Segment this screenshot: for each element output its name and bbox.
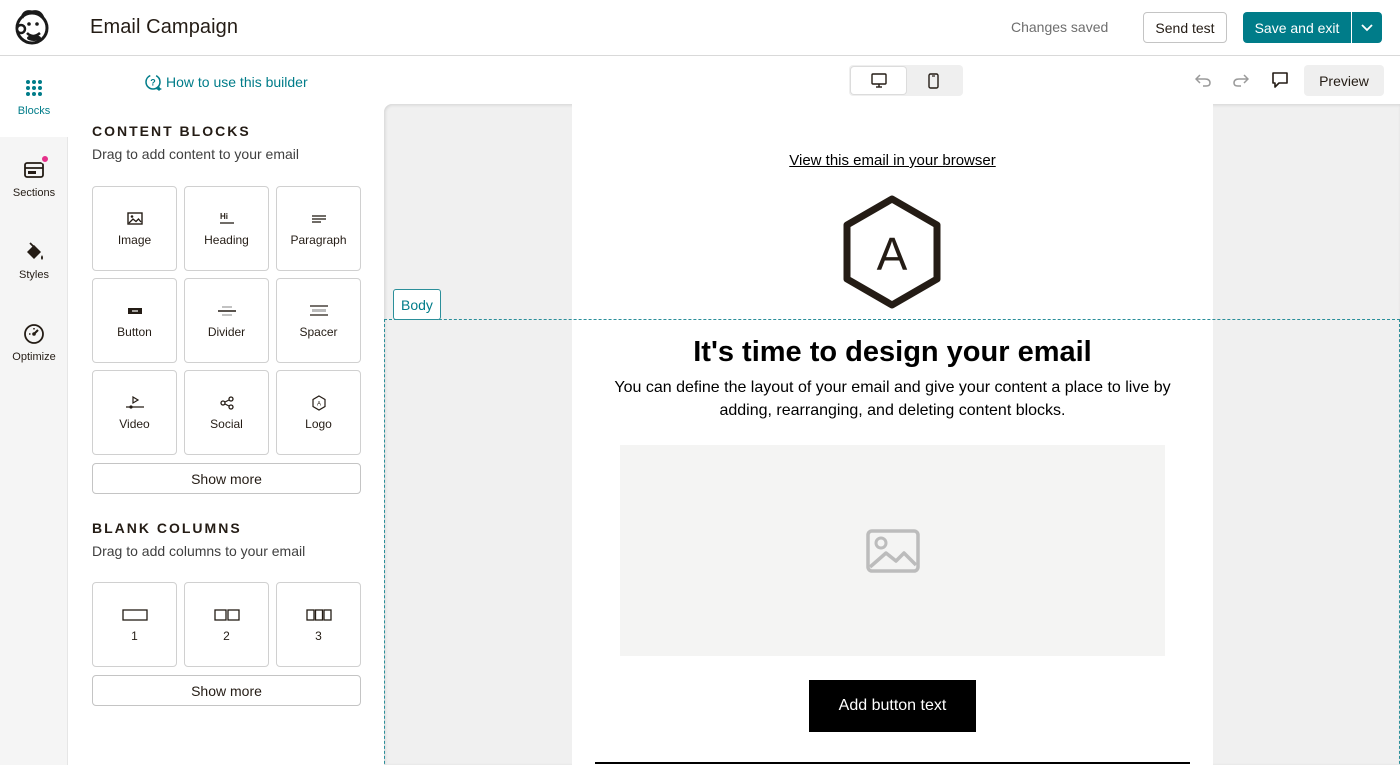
view-in-browser-link[interactable]: View this email in your browser — [572, 152, 1213, 169]
email-logo-letter: A — [877, 228, 908, 280]
chevron-down-icon — [1361, 23, 1373, 31]
redo-button[interactable] — [1232, 71, 1250, 89]
send-test-button[interactable]: Send test — [1143, 12, 1227, 43]
undo-button[interactable] — [1194, 71, 1212, 89]
blank-columns-subtitle: Drag to add columns to your email — [92, 543, 306, 559]
social-share-icon — [219, 395, 234, 410]
block-label-paragraph: Paragraph — [290, 232, 347, 247]
block-label-spacer: Spacer — [299, 324, 338, 339]
heading-icon: Hi — [219, 212, 234, 224]
block-tile-spacer[interactable]: Spacer — [276, 278, 361, 363]
blocks-grid-icon — [26, 80, 42, 96]
video-icon — [125, 396, 144, 409]
blank-columns-title: BLANK COLUMNS — [92, 520, 242, 536]
block-label-image: Image — [117, 232, 152, 247]
content-blocks-show-more-button[interactable]: Show more — [92, 463, 361, 494]
blocks-panel: ? How to use this builder CONTENT BLOCKS… — [68, 57, 384, 765]
column-label-2: 2 — [223, 628, 230, 643]
body-section-tag[interactable]: Body — [393, 289, 441, 320]
content-blocks-title: CONTENT BLOCKS — [92, 123, 251, 139]
block-tile-paragraph[interactable]: Paragraph — [276, 186, 361, 271]
comment-icon — [1272, 72, 1288, 88]
column-tile-1[interactable]: 1 — [92, 582, 177, 667]
freddie-logo-icon[interactable] — [12, 6, 54, 48]
block-tile-social[interactable]: Social — [184, 370, 269, 455]
block-label-heading: Heading — [204, 232, 249, 247]
block-label-video: Video — [119, 416, 150, 431]
desktop-icon — [870, 73, 887, 88]
email-builder-app: Email Campaign Changes saved Send test S… — [0, 0, 1400, 765]
help-sparkle-icon: ? — [145, 74, 162, 91]
email-canvas: View this email in your browser A It's t… — [384, 104, 1400, 765]
rail-item-blocks[interactable]: Blocks — [0, 57, 68, 137]
desktop-view-button[interactable] — [851, 67, 906, 94]
page-title: Email Campaign — [90, 16, 239, 38]
rail-item-sections[interactable]: Sections — [0, 139, 68, 219]
undo-icon — [1195, 74, 1211, 87]
column-label-3: 3 — [315, 628, 322, 643]
divider-icon — [217, 306, 236, 316]
device-view-toggle — [849, 65, 963, 96]
how-to-use-builder-link[interactable]: ? How to use this builder — [144, 73, 308, 91]
column-tile-3[interactable]: 3 — [276, 582, 361, 667]
preview-button[interactable]: Preview — [1304, 65, 1384, 96]
blank-columns-show-more-button[interactable]: Show more — [92, 675, 361, 706]
email-logo-image[interactable]: A — [840, 194, 944, 310]
mobile-icon — [928, 72, 939, 89]
one-column-icon — [121, 608, 148, 621]
content-blocks-subtitle: Drag to add content to your email — [92, 146, 300, 162]
logo-hexagon-icon: A — [311, 394, 326, 411]
column-label-1: 1 — [131, 628, 138, 643]
redo-icon — [1233, 74, 1249, 87]
mobile-view-button[interactable] — [906, 67, 961, 94]
save-options-dropdown-button[interactable] — [1352, 12, 1382, 43]
rail-label-optimize: Optimize — [12, 351, 56, 363]
rail-label-styles: Styles — [19, 269, 49, 281]
svg-text:Hi: Hi — [220, 212, 228, 221]
body-section-outline[interactable] — [384, 319, 1400, 765]
rail-label-sections: Sections — [12, 187, 56, 199]
paint-bucket-icon — [27, 242, 43, 260]
block-tile-button[interactable]: Button — [92, 278, 177, 363]
save-and-exit-button[interactable]: Save and exit — [1243, 12, 1351, 43]
gauge-icon — [24, 324, 44, 344]
block-tile-divider[interactable]: Divider — [184, 278, 269, 363]
paragraph-icon — [311, 215, 326, 223]
two-column-icon — [213, 608, 240, 621]
how-to-use-builder-label: How to use this builder — [166, 74, 308, 90]
top-bar: Email Campaign Changes saved Send test S… — [0, 0, 1400, 56]
block-label-divider: Divider — [207, 324, 246, 339]
block-label-button: Button — [117, 324, 152, 339]
sections-notification-badge — [40, 154, 50, 164]
svg-text:?: ? — [150, 78, 156, 88]
block-label-logo: Logo — [305, 416, 332, 431]
three-column-icon — [305, 608, 332, 621]
block-tile-logo[interactable]: A Logo — [276, 370, 361, 455]
comments-button[interactable] — [1271, 71, 1289, 89]
block-label-social: Social — [210, 416, 243, 431]
button-icon — [127, 308, 142, 314]
rail-item-styles[interactable]: Styles — [0, 221, 68, 301]
save-status-text: Changes saved — [1011, 19, 1109, 35]
column-tile-2[interactable]: 2 — [184, 582, 269, 667]
sections-icon-wrap — [23, 154, 50, 181]
image-icon — [126, 212, 143, 225]
svg-text:A: A — [316, 401, 320, 407]
left-nav-rail: Blocks Sections Styles Optimize — [0, 57, 68, 765]
block-tile-image[interactable]: Image — [92, 186, 177, 271]
rail-label-blocks: Blocks — [17, 105, 51, 117]
rail-item-optimize[interactable]: Optimize — [0, 303, 68, 383]
block-tile-heading[interactable]: Hi Heading — [184, 186, 269, 271]
spacer-icon — [309, 305, 328, 316]
block-tile-video[interactable]: Video — [92, 370, 177, 455]
